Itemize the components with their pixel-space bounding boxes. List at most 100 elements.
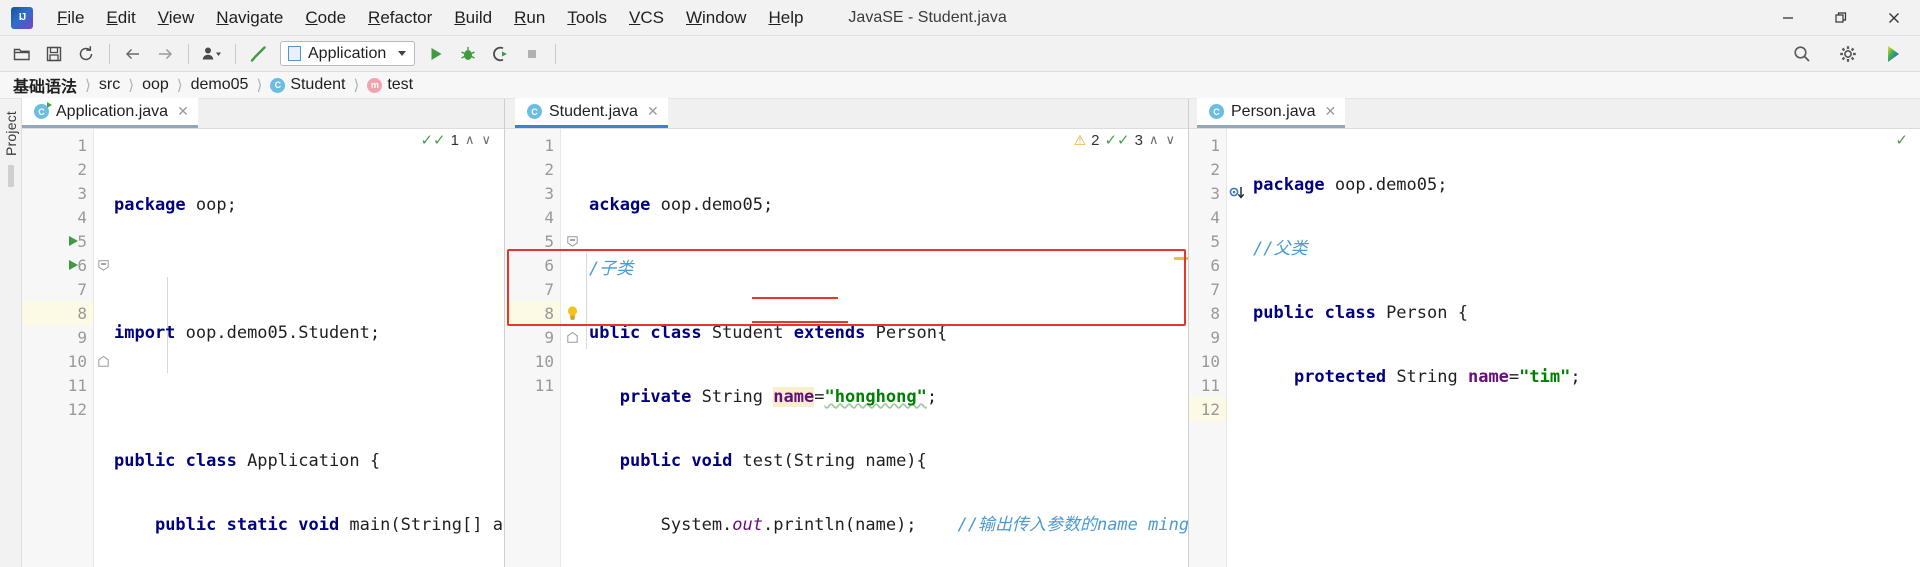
run-config-label: Application (308, 44, 387, 62)
minimize-button[interactable] (1761, 0, 1814, 36)
intellij-logo-icon (11, 6, 33, 29)
run-gutter-icon[interactable] (68, 259, 79, 271)
code-line: /子类 (589, 259, 634, 279)
debug-icon[interactable] (454, 41, 482, 67)
code-line: public static void main(String[] args) { (154, 515, 504, 535)
inspection-widget-middle[interactable]: ⚠ 2 ✓✓ 3 ∧ ∨ (1073, 131, 1176, 150)
gutter-left[interactable]: 1 2 3 4 5 6 7 8 9 10 11 12 (22, 129, 94, 567)
line-number: 6 (22, 253, 93, 277)
save-icon[interactable] (40, 41, 68, 67)
line-number: 1 (77, 135, 87, 155)
breadcrumb-separator: ⟩ (176, 77, 183, 94)
menu-navigate[interactable]: Navigate (205, 4, 294, 32)
tab-person-java[interactable]: C Person.java ✕ (1197, 98, 1346, 128)
close-icon[interactable]: ✕ (647, 103, 659, 120)
menu-run[interactable]: Run (503, 4, 556, 32)
menu-vcs[interactable]: VCS (618, 4, 675, 32)
menu-window[interactable]: Window (675, 4, 757, 32)
breadcrumb-item-test[interactable]: m test (364, 76, 416, 94)
chevron-up-icon[interactable]: ∧ (464, 132, 476, 148)
tab-application-java[interactable]: C Application.java ✕ (22, 98, 198, 128)
line-number: 8 (505, 301, 560, 325)
forward-arrow-icon[interactable] (151, 41, 179, 67)
close-icon[interactable]: ✕ (1325, 103, 1337, 120)
line-number: 9 (544, 327, 554, 347)
method-badge-icon: m (367, 77, 383, 93)
line-number: 12 (1189, 397, 1226, 421)
code-content-middle[interactable]: ackage oop.demo05; /子类 ublic class Stude… (561, 129, 1188, 567)
maximize-restore-button[interactable] (1814, 0, 1867, 36)
breadcrumb-item-project[interactable]: 基础语法 (10, 73, 80, 97)
chevron-up-icon[interactable]: ∧ (1148, 132, 1160, 148)
check-icon: ✓✓ (420, 132, 446, 149)
tab-student-java[interactable]: C Student.java ✕ (515, 98, 668, 128)
structure-strip-icon[interactable] (7, 164, 14, 187)
line-number: 10 (1200, 351, 1220, 371)
run-icon[interactable] (422, 41, 450, 67)
code-content-left[interactable]: package oop; import oop.demo05.Student; … (94, 129, 504, 567)
line-number: 2 (1210, 159, 1220, 179)
title-bar: FFileile Edit View Navigate Code Refacto… (0, 0, 1920, 36)
breadcrumb-item-src[interactable]: src (96, 76, 123, 94)
back-arrow-icon[interactable] (119, 41, 147, 67)
open-folder-icon[interactable] (8, 41, 36, 67)
menu-file[interactable]: FFileile (46, 4, 95, 32)
run-with-coverage-icon[interactable] (486, 41, 514, 67)
menu-view[interactable]: View (147, 4, 206, 32)
window-controls (1761, 0, 1920, 36)
menu-edit[interactable]: Edit (95, 4, 146, 32)
line-number: 3 (544, 183, 554, 203)
inspection-widget-left[interactable]: ✓✓ 1 ∧ ∨ (420, 131, 492, 150)
refresh-icon[interactable] (72, 41, 100, 67)
line-number: 11 (534, 375, 554, 395)
gear-icon[interactable] (1834, 41, 1862, 67)
line-number: 4 (544, 207, 554, 227)
menu-refactor[interactable]: Refactor (357, 4, 443, 32)
ide-window: FFileile Edit View Navigate Code Refacto… (0, 0, 1920, 567)
user-profile-icon[interactable] (198, 41, 226, 67)
tab-label: Application.java (56, 102, 169, 120)
gutter-middle[interactable]: 1 2 3 4 5 6 7 8 9 10 11 (505, 129, 561, 567)
line-number: 9 (1210, 327, 1220, 347)
tab-label: Student.java (549, 102, 638, 120)
close-icon[interactable]: ✕ (177, 103, 189, 120)
build-hammer-icon[interactable] (245, 41, 273, 67)
breadcrumb-item-demo05[interactable]: demo05 (188, 76, 252, 94)
editor-body-middle[interactable]: ⚠ 2 ✓✓ 3 ∧ ∨ 1 2 3 4 5 6 7 8 9 10 11 ack… (505, 129, 1188, 567)
window-title: JavaSE - Student.java (848, 8, 1007, 26)
menu-code[interactable]: Code (294, 4, 357, 32)
breadcrumb-label: oop (142, 76, 169, 93)
editor-body-right[interactable]: ✓ 1 2 3 4 5 6 7 8 9 10 11 12 package oop… (1189, 129, 1920, 567)
red-underline-this-name (752, 297, 838, 299)
left-tool-window-bar: Project (0, 99, 22, 567)
tab-strip-left: C Application.java ✕ (22, 98, 504, 129)
line-number: 1 (1210, 135, 1220, 155)
run-gutter-icon[interactable] (68, 235, 79, 247)
gutter-right[interactable]: 1 2 3 4 5 6 7 8 9 10 11 12 (1189, 129, 1227, 567)
breadcrumb-item-student[interactable]: C Student (267, 76, 348, 94)
code-content-right[interactable]: package oop.demo05; //父类 public class Pe… (1227, 129, 1920, 567)
code-line: import oop.demo05.Student; (114, 323, 381, 343)
ide-brand-icon[interactable] (1880, 41, 1908, 67)
breadcrumb-item-oop[interactable]: oop (139, 76, 172, 94)
search-icon[interactable] (1788, 41, 1816, 67)
toolbar-divider (109, 43, 110, 64)
tool-window-project-button[interactable]: Project (3, 111, 19, 156)
menu-tools[interactable]: Tools (556, 4, 618, 32)
toolbar-divider-4 (555, 43, 556, 64)
code-line: public class Application { (114, 451, 381, 471)
line-number: 8 (1210, 303, 1220, 323)
menu-help[interactable]: Help (757, 4, 814, 32)
chevron-down-icon[interactable]: ∨ (480, 132, 492, 148)
warning-icon: ⚠ (1073, 131, 1087, 148)
menu-build[interactable]: Build (443, 4, 503, 32)
chevron-down-icon[interactable]: ∨ (1164, 132, 1176, 148)
line-number: 6 (544, 255, 554, 275)
editor-body-left[interactable]: ✓✓ 1 ∧ ∨ 1 2 3 4 5 6 7 8 9 10 11 12 pack… (22, 129, 504, 567)
line-number: 5 (22, 229, 93, 253)
inspection-widget-right[interactable]: ✓ (1895, 131, 1908, 149)
close-button[interactable] (1867, 0, 1920, 36)
run-configuration-selector[interactable]: Application (280, 41, 415, 66)
line-number: 8 (22, 301, 93, 325)
line-number: 5 (1210, 231, 1220, 251)
